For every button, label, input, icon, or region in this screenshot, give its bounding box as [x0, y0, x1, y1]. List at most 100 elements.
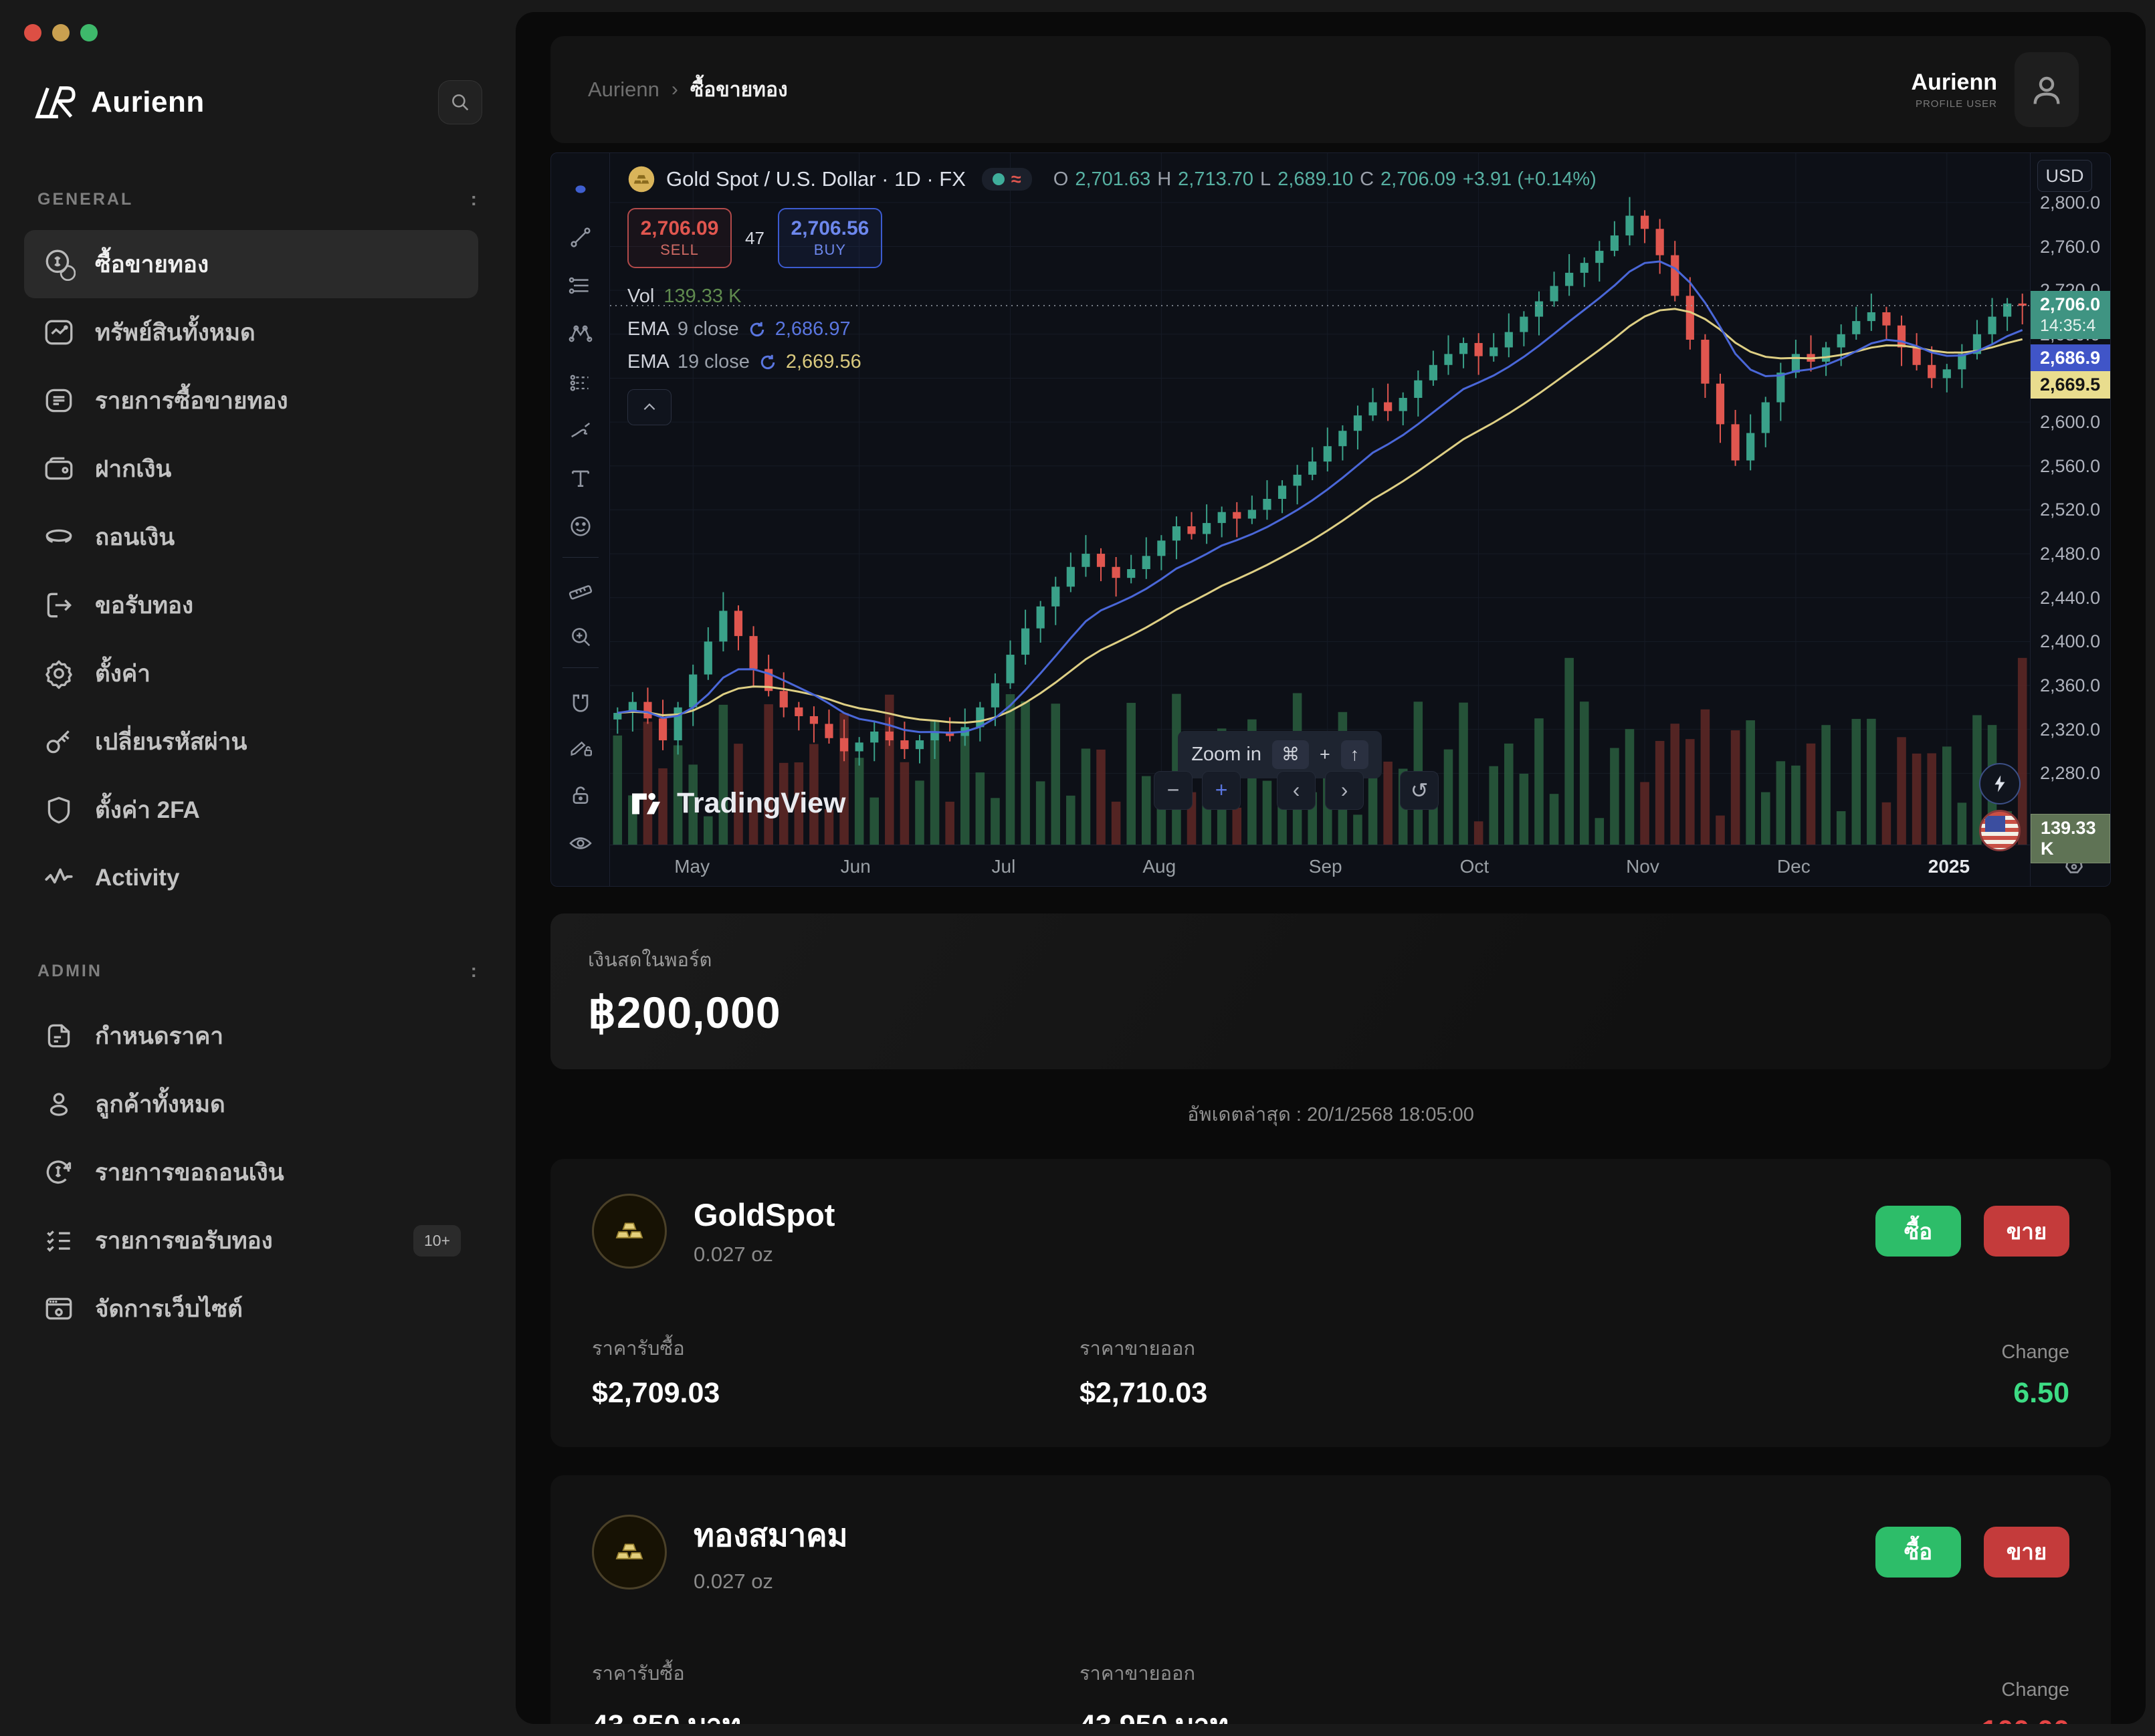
time-axis[interactable]: MayJunJulAugSepOctNovDec2025	[610, 845, 2030, 886]
ema19-loading-icon	[758, 352, 778, 372]
drawing-lock-tool-icon[interactable]	[559, 723, 602, 771]
assets-chart-icon	[41, 315, 76, 350]
sidebar-item-2fa[interactable]: ตั้งค่า 2FA	[24, 776, 478, 844]
position-tool-icon[interactable]	[559, 358, 602, 406]
page-header: Aurienn › ซื้อขายทอง Aurienn PROFILE USE…	[550, 36, 2111, 143]
sidebar-item-change-password[interactable]: เปลี่ยนรหัสผ่าน	[24, 708, 478, 776]
time-axis-label: Jul	[992, 856, 1016, 877]
lock-all-tool-icon[interactable]	[559, 771, 602, 819]
general-menu-kebab-icon[interactable]: :	[471, 189, 477, 210]
breadcrumb-root[interactable]: Aurienn	[588, 78, 659, 102]
time-axis-label: Oct	[1460, 856, 1490, 877]
profile-name: Aurienn	[1912, 70, 1997, 96]
ema9-legend[interactable]: EMA9 close 2,686.97	[627, 318, 1597, 340]
avatar[interactable]	[2015, 52, 2079, 127]
gear-icon	[41, 656, 76, 691]
change-readout: +3.91 (+0.14%)	[1463, 169, 1597, 191]
buy-button[interactable]: ซื้อ	[1875, 1206, 1961, 1257]
ask-label: ราคาขายออก	[1080, 1658, 1567, 1689]
collapse-legend-button[interactable]	[627, 389, 672, 425]
sidebar-item-withdraw-requests[interactable]: รายการขอถอนเงิน	[24, 1138, 478, 1206]
list-document-icon	[41, 383, 76, 418]
browser-gear-icon	[41, 1291, 76, 1326]
currency-axis-button[interactable]: USD	[2037, 160, 2092, 192]
instant-data-bolt-icon[interactable]	[1979, 763, 2021, 804]
sidebar-item-customers[interactable]: ลูกค้าทั้งหมด	[24, 1070, 478, 1138]
sidebar-item-settings[interactable]: ตั้งค่า	[24, 639, 478, 708]
scroll-right-button[interactable]: ›	[1325, 771, 1364, 810]
sell-button[interactable]: ขาย	[1984, 1527, 2069, 1578]
magnet-tool-icon[interactable]	[559, 675, 602, 723]
symbol-flags-pill[interactable]: ≈	[982, 168, 1032, 191]
text-tool-icon[interactable]	[559, 454, 602, 502]
gold-bars-icon	[592, 1194, 667, 1269]
buy-button[interactable]: ซื้อ	[1875, 1527, 1961, 1578]
price-axis-label: 2,440.0	[2040, 588, 2100, 609]
sidebar-item-website-manage[interactable]: จัดการเว็บไซต์	[24, 1275, 478, 1343]
hide-drawings-eye-icon[interactable]	[559, 819, 602, 867]
price-axis-label: 2,400.0	[2040, 631, 2100, 652]
section-label-general: GENERAL	[37, 190, 133, 209]
time-axis-label: Dec	[1777, 856, 1811, 877]
wallet-icon	[41, 451, 76, 486]
sidebar-item-trade-history[interactable]: รายการซื้อขายทอง	[24, 366, 478, 435]
sidebar-item-gold-requests[interactable]: รายการขอรับทอง 10+	[24, 1206, 478, 1275]
chart-tool-rail	[551, 153, 610, 886]
breadcrumb-current: ซื้อขายทอง	[690, 74, 788, 106]
emoji-tool-icon[interactable]	[559, 502, 602, 550]
xabcd-pattern-tool-icon[interactable]	[559, 310, 602, 358]
ask-value: 43,950 บาท	[1080, 1702, 1567, 1724]
sidebar-item-receive-gold[interactable]: ขอรับทอง	[24, 571, 478, 639]
gold-bars-icon	[592, 1515, 667, 1590]
sidebar-item-assets[interactable]: ทรัพย์สินทั้งหมด	[24, 298, 478, 366]
minimize-window-icon[interactable]	[52, 24, 70, 41]
tradingview-logo[interactable]: TradingView	[630, 787, 846, 820]
us-flag-icon[interactable]	[1979, 810, 2021, 851]
product-name: ทองสมาคม	[694, 1510, 848, 1560]
zoom-in-tool-icon[interactable]	[559, 613, 602, 661]
shield-icon	[41, 792, 76, 827]
ema19-legend[interactable]: EMA19 close 2,669.56	[627, 351, 1597, 373]
brush-tool-icon[interactable]	[559, 406, 602, 454]
sidebar-nav-general: ซื้อขายทอง ทรัพย์สินทั้งหมด รายการซื้อขา…	[0, 230, 512, 912]
change-label: Change	[1582, 1679, 2069, 1701]
zoom-out-button[interactable]: −	[1154, 771, 1193, 810]
sell-quote-button[interactable]: 2,706.09SELL	[627, 208, 732, 268]
ema9-loading-icon	[747, 320, 767, 340]
checklist-icon	[41, 1223, 76, 1258]
reset-chart-button[interactable]: ↺	[1400, 771, 1439, 810]
sidebar-item-set-price[interactable]: กำหนดราคา	[24, 1002, 478, 1070]
chart-plot-region: Gold Spot / U.S. Dollar · 1D · FX ≈ O2,7…	[610, 153, 2030, 886]
price-axis-label: 2,320.0	[2040, 720, 2100, 740]
sidebar: Aurienn GENERAL : ซื้อขายทอง	[0, 0, 512, 1736]
buy-quote-button[interactable]: 2,706.56BUY	[778, 208, 882, 268]
search-button[interactable]	[438, 80, 482, 124]
sidebar-item-deposit[interactable]: ฝากเงิน	[24, 435, 478, 503]
sidebar-item-trade-gold[interactable]: ซื้อขายทอง	[24, 230, 478, 298]
cash-balance-value: ฿200,000	[588, 987, 2073, 1039]
trend-line-tool-icon[interactable]	[559, 213, 602, 261]
profile-widget[interactable]: Aurienn PROFILE USER	[1912, 52, 2079, 127]
crosshair-tool-icon[interactable]	[559, 165, 602, 213]
horizontal-lines-tool-icon[interactable]	[559, 261, 602, 310]
ohlc-readout: O2,701.63 H2,713.70 L2,689.10 C2,706.09 …	[1053, 169, 1597, 191]
sidebar-nav-admin: กำหนดราคา ลูกค้าทั้งหมด รายการขอถอนเง	[0, 1002, 512, 1343]
maximize-window-icon[interactable]	[80, 24, 98, 41]
measure-tool-icon[interactable]	[559, 564, 602, 613]
symbol-title[interactable]: Gold Spot / U.S. Dollar · 1D · FX	[666, 167, 966, 191]
sidebar-item-withdraw[interactable]: ถอนเงิน	[24, 503, 478, 571]
zoom-in-button[interactable]: +	[1202, 771, 1241, 810]
price-document-icon	[41, 1018, 76, 1053]
close-window-icon[interactable]	[24, 24, 41, 41]
admin-menu-kebab-icon[interactable]: :	[471, 960, 477, 982]
pulse-icon	[41, 861, 76, 895]
scroll-left-button[interactable]: ‹	[1277, 771, 1316, 810]
price-axis-label: 2,600.0	[2040, 412, 2100, 433]
sell-button[interactable]: ขาย	[1984, 1206, 2069, 1257]
time-axis-label: May	[674, 856, 710, 877]
ask-value: $2,710.03	[1080, 1377, 1567, 1410]
price-axis[interactable]: USD 2,706.0 14:35:4 2,686.9 2,669.5 139.…	[2030, 153, 2110, 886]
sidebar-item-activity[interactable]: Activity	[24, 844, 478, 912]
export-arrow-icon	[41, 588, 76, 623]
product-card-goldspot: GoldSpot 0.027 oz ซื้อ ขาย ราคารับซื้อ $…	[550, 1159, 2111, 1447]
